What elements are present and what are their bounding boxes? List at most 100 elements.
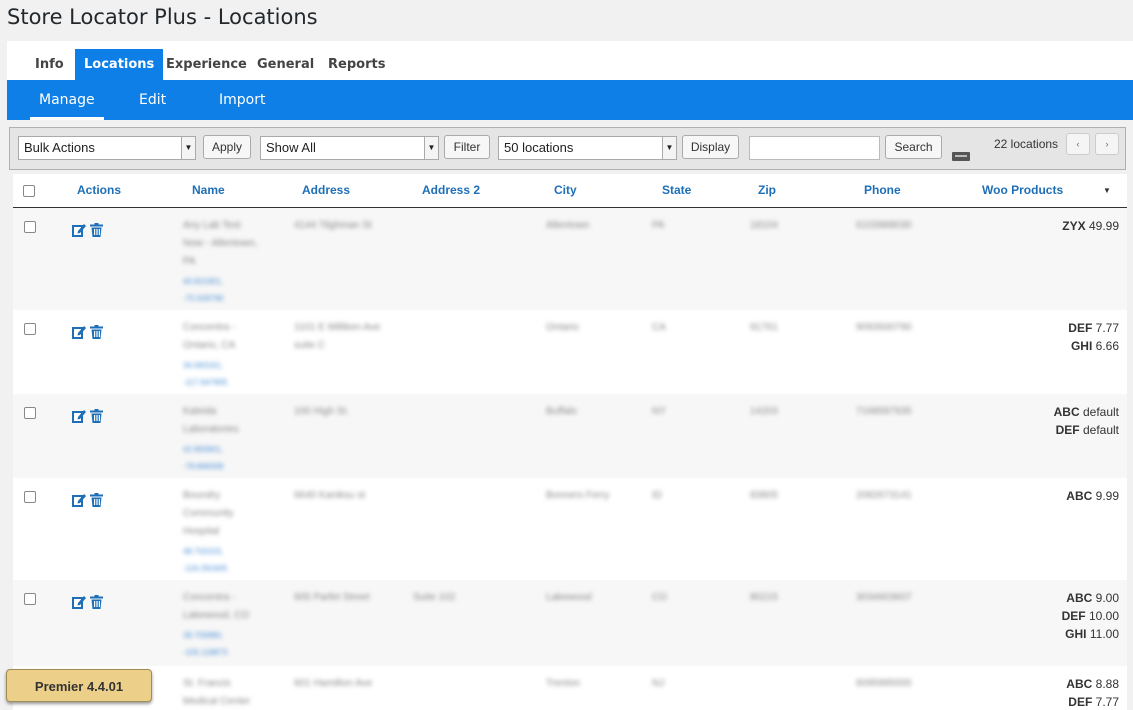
location-name[interactable]: Ontario, CA	[183, 337, 235, 355]
prev-page-button[interactable]: ‹	[1066, 133, 1090, 155]
column-address[interactable]: Address	[302, 183, 350, 197]
location-name[interactable]: Boundry	[183, 487, 220, 505]
edit-icon[interactable]	[72, 595, 86, 609]
location-name[interactable]: St. Francis	[183, 675, 231, 693]
location-name[interactable]: Concentra -	[183, 589, 235, 607]
edit-icon[interactable]	[72, 409, 86, 423]
location-coordinates[interactable]: -117.647905	[183, 374, 227, 392]
trash-icon[interactable]	[90, 409, 103, 423]
location-name[interactable]: Any Lab Test	[183, 217, 241, 235]
location-count: 22 locations	[994, 137, 1059, 151]
location-coordinates[interactable]: 48.703103,	[183, 543, 223, 561]
sub-navigation: Manage Edit Import	[7, 80, 1133, 120]
show-filter-select[interactable]: Show All ▼	[260, 136, 439, 160]
table-row: St. Francis Medical Center 601 Hamilton Av…	[13, 666, 1127, 710]
filter-button[interactable]: Filter	[444, 135, 490, 159]
product-code: ABC	[1053, 405, 1080, 419]
woo-product: ABC 8.88	[1066, 675, 1119, 693]
tab-experience[interactable]: Experience	[157, 49, 256, 80]
location-state: NJ	[652, 678, 665, 689]
location-coordinates[interactable]: -105.118873	[183, 644, 227, 662]
trash-icon[interactable]	[90, 325, 103, 339]
location-name[interactable]: Kaleida	[183, 403, 216, 421]
location-address: 100 High St.	[294, 406, 350, 417]
product-price: default	[1082, 405, 1119, 419]
product-code: ABC	[1066, 677, 1093, 691]
product-price: 49.99	[1088, 219, 1119, 233]
select-all-checkbox[interactable]	[23, 185, 35, 197]
location-coordinates[interactable]: -78.868308	[183, 458, 223, 476]
subtab-manage[interactable]: Manage	[30, 80, 104, 120]
column-state[interactable]: State	[662, 183, 691, 197]
woo-product: ABC default	[1054, 403, 1119, 421]
search-input[interactable]	[749, 136, 880, 160]
product-code: ZYX	[1062, 219, 1086, 233]
location-name[interactable]: Lakewood, CO	[183, 607, 249, 625]
column-city[interactable]: City	[554, 183, 577, 197]
location-state: CA	[652, 322, 666, 333]
column-phone[interactable]: Phone	[864, 183, 901, 197]
location-coordinates[interactable]: 34.063161,	[183, 357, 223, 375]
location-zip: 18104	[750, 220, 778, 231]
subtab-import[interactable]: Import	[219, 80, 265, 120]
tab-reports[interactable]: Reports	[319, 49, 394, 80]
sort-down-icon[interactable]: ▼	[1103, 186, 1111, 195]
row-checkbox[interactable]	[24, 491, 36, 503]
page-title: Store Locator Plus - Locations	[7, 5, 318, 29]
row-checkbox[interactable]	[24, 407, 36, 419]
location-name[interactable]: Community	[183, 505, 234, 523]
location-coordinates[interactable]: -116.291605	[183, 560, 227, 578]
column-woo-products[interactable]: Woo Products	[982, 183, 1063, 197]
location-zip: 83805	[750, 490, 778, 501]
trash-icon[interactable]	[90, 223, 103, 237]
location-address: 6640 Kaniksu st	[294, 490, 366, 501]
location-name[interactable]: Hospital	[183, 523, 219, 541]
location-address: 605 Parfet Street	[294, 592, 370, 603]
per-page-select[interactable]: 50 locations ▼	[498, 136, 677, 160]
edit-icon[interactable]	[72, 493, 86, 507]
location-city: Ontario	[546, 322, 579, 333]
tab-info[interactable]: Info	[26, 49, 73, 80]
apply-button[interactable]: Apply	[203, 135, 251, 159]
location-name[interactable]: Laboratories	[183, 421, 239, 439]
per-page-value: 50 locations	[504, 140, 574, 155]
product-price: 8.88	[1095, 677, 1119, 691]
row-checkbox[interactable]	[24, 323, 36, 335]
location-address: 601 Hamilton Ave	[294, 678, 373, 689]
row-checkbox[interactable]	[24, 593, 36, 605]
tab-locations[interactable]: Locations	[75, 49, 164, 80]
column-address-2[interactable]: Address 2	[422, 183, 480, 197]
location-name[interactable]: Now - Allentown,	[183, 235, 257, 253]
woo-product: GHI 11.00	[1065, 625, 1119, 643]
product-code: ABC	[1066, 489, 1093, 503]
tab-general[interactable]: General	[248, 49, 323, 80]
product-code: DEF	[1068, 695, 1093, 709]
column-zip[interactable]: Zip	[758, 183, 776, 197]
location-city: Buffalo	[546, 406, 577, 417]
product-code: GHI	[1070, 339, 1093, 353]
row-checkbox[interactable]	[24, 221, 36, 233]
location-phone: 9093930790	[856, 322, 912, 333]
location-zip: 80215	[750, 592, 778, 603]
table-row: Boundry Community Hospital 48.703103, -116.2…	[13, 478, 1127, 580]
next-page-button[interactable]: ›	[1095, 133, 1119, 155]
location-name[interactable]: Medical Center	[183, 693, 250, 710]
bulk-actions-select[interactable]: Bulk Actions ▼	[18, 136, 196, 160]
edit-icon[interactable]	[72, 223, 86, 237]
location-name[interactable]: Concentra -	[183, 319, 235, 337]
trash-icon[interactable]	[90, 493, 103, 507]
search-button[interactable]: Search	[885, 135, 942, 159]
location-name[interactable]: PA	[183, 253, 196, 271]
location-coordinates[interactable]: 42.893901,	[183, 441, 223, 459]
location-coordinates[interactable]: -75.509790	[183, 290, 223, 308]
subtab-edit[interactable]: Edit	[139, 80, 166, 120]
edit-icon[interactable]	[72, 325, 86, 339]
trash-icon[interactable]	[90, 595, 103, 609]
location-coordinates[interactable]: 40.601901,	[183, 273, 223, 291]
product-price: 9.99	[1095, 489, 1119, 503]
woo-product: DEF 10.00	[1062, 607, 1119, 625]
column-name[interactable]: Name	[192, 183, 225, 197]
display-button[interactable]: Display	[682, 135, 739, 159]
chevron-down-icon: ▼	[181, 137, 195, 159]
location-coordinates[interactable]: 39.705880,	[183, 627, 223, 645]
